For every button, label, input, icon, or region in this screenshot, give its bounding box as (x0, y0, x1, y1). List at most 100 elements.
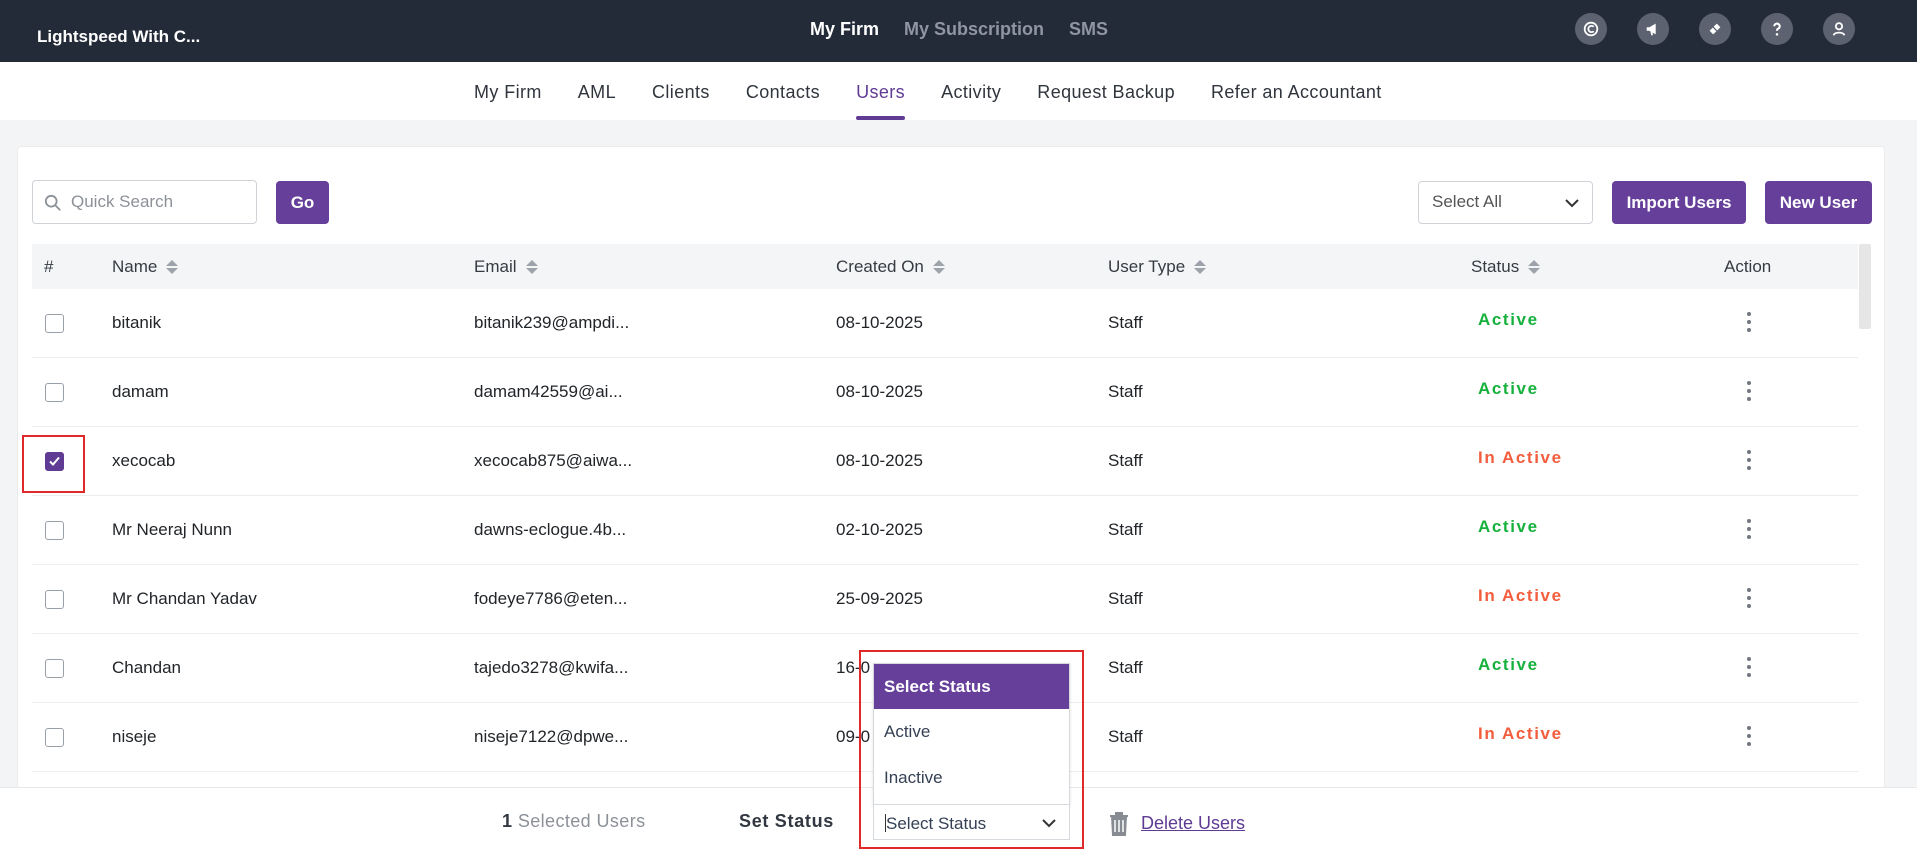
user-type: Staff (1108, 658, 1143, 677)
user-type: Staff (1108, 451, 1143, 470)
more-icon[interactable] (1743, 312, 1755, 336)
user-email: damam42559@ai... (474, 382, 623, 401)
import-users-button[interactable]: Import Users (1612, 181, 1746, 224)
more-icon[interactable] (1743, 588, 1755, 612)
header-name[interactable]: Name (112, 257, 179, 277)
selected-users-count: 1 Selected Users (502, 811, 646, 831)
status-badge: Active (1478, 517, 1539, 536)
selected-row-highlight (22, 435, 85, 493)
sort-icon[interactable] (525, 260, 538, 274)
table-scrollbar[interactable] (1859, 244, 1871, 329)
quick-search[interactable] (32, 180, 257, 224)
top-nav-my-subscription[interactable]: My Subscription (904, 19, 1044, 40)
select-all-value: Select All (1432, 192, 1502, 211)
help-icon[interactable] (1761, 13, 1793, 45)
more-icon[interactable] (1743, 726, 1755, 750)
go-button[interactable]: Go (276, 181, 329, 224)
sort-icon[interactable] (166, 260, 179, 274)
status-badge: In Active (1478, 448, 1563, 467)
row-checkbox[interactable] (45, 521, 64, 540)
tab-activity[interactable]: Activity (941, 82, 1001, 120)
search-icon (44, 194, 61, 211)
option-inactive[interactable]: Inactive (874, 755, 1069, 801)
status-dropdown-highlight: Select Status Active Inactive Select Sta… (859, 650, 1084, 849)
trash-icon[interactable] (1107, 810, 1131, 837)
user-name: Mr Chandan Yadav (112, 589, 257, 608)
sort-icon[interactable] (932, 260, 945, 274)
user-name: Mr Neeraj Nunn (112, 520, 232, 539)
tab-refer-an-accountant[interactable]: Refer an Accountant (1211, 82, 1382, 120)
created-on: 02-10-2025 (836, 520, 923, 539)
table-row[interactable]: damam damam42559@ai... 08-10-2025 Staff … (32, 358, 1858, 427)
user-name: xecocab (112, 451, 176, 470)
user-email: niseje7122@dpwe... (474, 727, 629, 746)
top-nav-sms[interactable]: SMS (1069, 19, 1108, 40)
user-type: Staff (1108, 382, 1143, 401)
user-email: dawns-eclogue.4b... (474, 520, 627, 539)
status-badge: In Active (1478, 586, 1563, 605)
row-checkbox[interactable] (45, 314, 64, 333)
header-number: # (44, 257, 54, 276)
header-created-on[interactable]: Created On (836, 257, 945, 277)
created-on: 25-09-2025 (836, 589, 923, 608)
user-name: damam (112, 382, 169, 401)
top-navigation: My Firm My Subscription SMS (810, 19, 1108, 40)
row-checkbox[interactable] (45, 590, 64, 609)
ticket-icon[interactable] (1699, 13, 1731, 45)
header-action: Action (1724, 257, 1772, 276)
section-tabs: My Firm AML Clients Contacts Users Activ… (0, 62, 1917, 120)
table-row[interactable]: bitanik bitanik239@ampdi... 08-10-2025 S… (32, 289, 1858, 358)
header-user-type[interactable]: User Type (1108, 257, 1207, 277)
status-badge: Active (1478, 379, 1539, 398)
chevron-down-icon (1565, 199, 1579, 208)
option-active[interactable]: Active (874, 709, 1069, 755)
sort-icon[interactable] (1194, 260, 1207, 274)
user-icon[interactable] (1823, 13, 1855, 45)
user-email: bitanik239@ampdi... (474, 313, 630, 332)
row-checkbox[interactable] (45, 659, 64, 678)
sort-icon[interactable] (1528, 260, 1541, 274)
brand-name[interactable]: Lightspeed With C... (37, 27, 200, 47)
delete-users-link[interactable]: Delete Users (1107, 810, 1245, 837)
tab-aml[interactable]: AML (578, 82, 616, 120)
tab-my-firm[interactable]: My Firm (474, 82, 542, 120)
table-row[interactable]: Mr Chandan Yadav fodeye7786@eten... 25-0… (32, 565, 1858, 634)
user-type: Staff (1108, 520, 1143, 539)
status-badge: In Active (1478, 724, 1563, 743)
text-cursor (885, 814, 886, 832)
more-icon[interactable] (1743, 381, 1755, 405)
status-options-menu: Select Status Active Inactive (873, 663, 1070, 806)
more-icon[interactable] (1743, 450, 1755, 474)
tab-users[interactable]: Users (856, 82, 906, 120)
top-header: Lightspeed With C... My Firm My Subscrip… (0, 0, 1917, 62)
user-email: tajedo3278@kwifa... (474, 658, 629, 677)
new-user-button[interactable]: New User (1765, 181, 1872, 224)
option-select-status[interactable]: Select Status (874, 664, 1069, 709)
row-checkbox[interactable] (45, 383, 64, 402)
header-status[interactable]: Status (1471, 257, 1541, 277)
chevron-down-icon (1042, 819, 1056, 828)
table-header: # Name Email Created On User Type Status… (32, 244, 1858, 289)
more-icon[interactable] (1743, 657, 1755, 681)
select-all-dropdown[interactable]: Select All (1418, 181, 1593, 224)
status-select[interactable]: Select Status (873, 804, 1070, 840)
user-email: fodeye7786@eten... (474, 589, 628, 608)
status-badge: Active (1478, 655, 1539, 674)
header-email[interactable]: Email (474, 257, 538, 277)
user-email: xecocab875@aiwa... (474, 451, 633, 470)
search-input[interactable] (71, 190, 249, 214)
table-row[interactable]: xecocab xecocab875@aiwa... 08-10-2025 St… (32, 427, 1858, 496)
top-nav-my-firm[interactable]: My Firm (810, 19, 879, 40)
created-on: 08-10-2025 (836, 313, 923, 332)
copyright-icon[interactable] (1575, 13, 1607, 45)
tab-request-backup[interactable]: Request Backup (1037, 82, 1175, 120)
row-checkbox[interactable] (45, 728, 64, 747)
status-badge: Active (1478, 310, 1539, 329)
tab-clients[interactable]: Clients (652, 82, 710, 120)
more-icon[interactable] (1743, 519, 1755, 543)
table-row[interactable]: Mr Neeraj Nunn dawns-eclogue.4b... 02-10… (32, 496, 1858, 565)
megaphone-icon[interactable] (1637, 13, 1669, 45)
created-on: 08-10-2025 (836, 382, 923, 401)
created-on: 08-10-2025 (836, 451, 923, 470)
tab-contacts[interactable]: Contacts (746, 82, 820, 120)
